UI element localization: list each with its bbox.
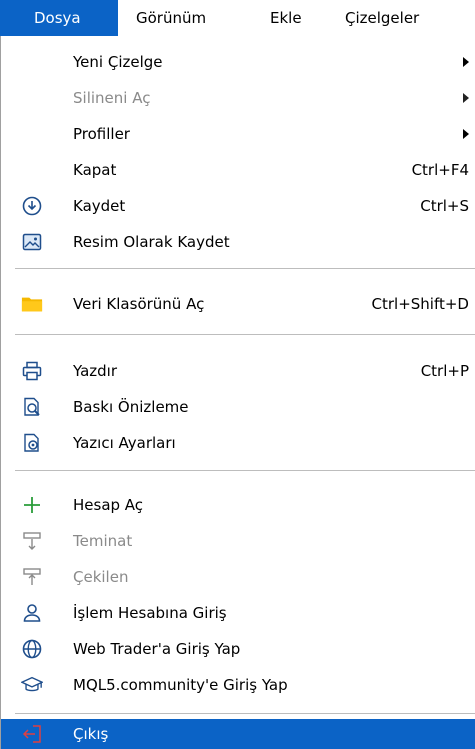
menu-item-save[interactable]: Kaydet Ctrl+S: [1, 188, 475, 224]
submenu-arrow-icon: [463, 93, 469, 103]
menu-item-label: Çekilen: [73, 568, 129, 586]
image-icon: [21, 231, 43, 253]
menu-item-login-trading-account[interactable]: İşlem Hesabına Giriş: [1, 595, 475, 631]
menu-item-label: Baskı Önizleme: [73, 398, 189, 416]
save-icon: [21, 195, 43, 217]
graduation-cap-icon: [21, 674, 43, 696]
menu-item-login-web-trader[interactable]: Web Trader'a Giriş Yap: [1, 631, 475, 667]
globe-icon: [21, 638, 43, 660]
exit-icon: [21, 723, 43, 745]
menu-gorunum[interactable]: Görünüm: [118, 0, 252, 36]
menu-item-profiles[interactable]: Profiller: [1, 116, 475, 152]
menu-dosya[interactable]: Dosya: [0, 0, 118, 36]
menu-item-new-chart[interactable]: Yeni Çizelge: [1, 44, 475, 80]
user-icon: [21, 602, 43, 624]
menu-item-close[interactable]: Kapat Ctrl+F4: [1, 152, 475, 188]
menu-item-label: Çıkış: [73, 725, 109, 743]
menu-item-label: Silineni Aç: [73, 89, 151, 107]
plus-icon: [21, 494, 43, 516]
dosya-dropdown: Yeni Çizelge Silineni Aç Profiller Kapat…: [0, 36, 475, 749]
printer-settings-icon: [21, 432, 43, 454]
menu-item-label: Resim Olarak Kaydet: [73, 233, 230, 251]
menu-item-label: Kaydet: [73, 197, 126, 215]
submenu-arrow-icon: [463, 129, 469, 139]
separator: [15, 334, 475, 335]
menu-item-label: MQL5.community'e Giriş Yap: [73, 676, 288, 694]
shortcut-label: Ctrl+F4: [411, 161, 469, 179]
deposit-icon: [21, 530, 43, 552]
printer-icon: [21, 360, 43, 382]
menu-item-exit[interactable]: Çıkış: [1, 719, 475, 749]
submenu-arrow-icon: [463, 57, 469, 67]
withdrawal-icon: [21, 566, 43, 588]
menu-item-label: Yeni Çizelge: [73, 53, 163, 71]
shortcut-label: Ctrl+S: [420, 197, 469, 215]
menu-item-open-account[interactable]: Hesap Aç: [1, 487, 475, 523]
menu-item-label: Teminat: [73, 532, 133, 550]
menu-cizelgeler[interactable]: Çizelgeler: [327, 0, 475, 36]
menu-item-deposit: Teminat: [1, 523, 475, 559]
menu-item-printer-settings[interactable]: Yazıcı Ayarları: [1, 425, 475, 461]
menu-item-label: Yazıcı Ayarları: [73, 434, 176, 452]
menu-item-print[interactable]: Yazdır Ctrl+P: [1, 353, 475, 389]
menu-item-open-data-folder[interactable]: Veri Klasörünü Aç Ctrl+Shift+D: [1, 286, 475, 322]
menu-bar: Dosya Görünüm Ekle Çizelgeler: [0, 0, 475, 36]
menu-item-label: Yazdır: [73, 362, 118, 380]
menu-ekle[interactable]: Ekle: [252, 0, 327, 36]
shortcut-label: Ctrl+Shift+D: [371, 295, 469, 313]
menu-item-save-as-image[interactable]: Resim Olarak Kaydet: [1, 224, 475, 260]
menu-item-label: Hesap Aç: [73, 496, 144, 514]
shortcut-label: Ctrl+P: [420, 362, 469, 380]
menu-item-label: İşlem Hesabına Giriş: [73, 604, 227, 622]
menu-item-print-preview[interactable]: Baskı Önizleme: [1, 389, 475, 425]
menu-item-login-mql5-community[interactable]: MQL5.community'e Giriş Yap: [1, 667, 475, 703]
folder-icon: [21, 293, 43, 315]
print-preview-icon: [21, 396, 43, 418]
menu-item-label: Web Trader'a Giriş Yap: [73, 640, 241, 658]
separator: [15, 713, 475, 714]
menu-item-withdrawal: Çekilen: [1, 559, 475, 595]
menu-item-open-deleted: Silineni Aç: [1, 80, 475, 116]
separator: [15, 470, 475, 471]
menu-item-label: Kapat: [73, 161, 117, 179]
menu-item-label: Veri Klasörünü Aç: [73, 295, 205, 313]
separator: [15, 268, 475, 269]
menu-item-label: Profiller: [73, 125, 130, 143]
